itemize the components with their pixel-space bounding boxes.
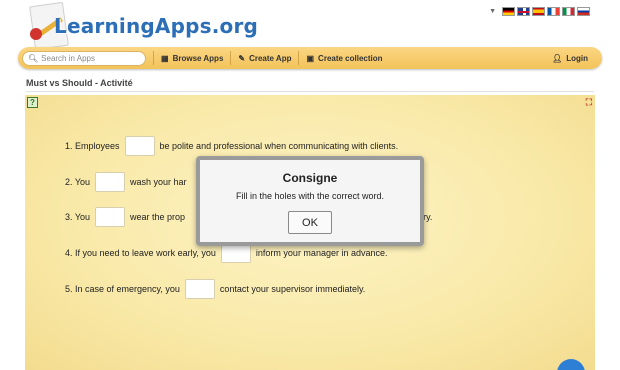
flag-de-icon[interactable] — [502, 7, 515, 16]
sentence-text-before: 4. If you need to leave work early, you — [65, 248, 216, 258]
page: LearningApps.org ▼ 🔍︎ ▦ Browse Apps ✎ Cr… — [0, 0, 620, 370]
sentence-text-after: wash your har — [130, 177, 187, 187]
flag-fr-icon[interactable] — [547, 7, 560, 16]
create-collection-link[interactable]: ▣ Create collection — [306, 54, 382, 63]
search-input[interactable] — [41, 53, 142, 63]
search-box[interactable]: 🔍︎ — [22, 50, 146, 66]
check-answers-button[interactable] — [557, 359, 585, 370]
answer-blank[interactable] — [220, 243, 251, 263]
login-link[interactable]: 👤︎ Login — [552, 47, 588, 69]
flag-es-icon[interactable] — [532, 7, 545, 16]
title-divider — [26, 91, 594, 92]
sentence-text-after: wear the prop — [130, 212, 186, 222]
nav-divider — [153, 51, 154, 65]
language-selector: ▼ — [489, 7, 590, 16]
sentence-1: 1. Employees be polite and professional … — [65, 136, 398, 156]
sentence-text-before: 3. You — [65, 212, 91, 222]
answer-blank[interactable] — [124, 136, 155, 156]
sentence-text-after: contact your supervisor immediately. — [219, 284, 366, 294]
flag-it-icon[interactable] — [562, 7, 575, 16]
search-icon: 🔍︎ — [28, 53, 39, 63]
site-logo[interactable]: LearningApps.org — [24, 1, 258, 51]
login-label: Login — [566, 53, 588, 63]
ok-button[interactable]: OK — [288, 211, 332, 234]
main-navbar: 🔍︎ ▦ Browse Apps ✎ Create App ▣ Create c… — [18, 47, 602, 69]
fullscreen-icon[interactable]: ⛶ — [586, 97, 592, 108]
dialog-message: Fill in the holes with the correct word. — [235, 191, 385, 201]
sentence-text-before: 5. In case of emergency, you — [65, 284, 180, 294]
dialog-title: Consigne — [282, 171, 338, 185]
page-title: Must vs Should - Activité — [26, 78, 133, 88]
answer-blank[interactable] — [95, 172, 126, 192]
grid-icon: ▦ — [161, 53, 169, 63]
sentence-2: 2. You wash your har — [65, 172, 187, 192]
instruction-dialog: Consigne Fill in the holes with the corr… — [196, 156, 424, 246]
create-collection-label: Create collection — [318, 53, 383, 63]
sentence-text-after: be polite and professional when communic… — [159, 141, 399, 151]
browse-apps-label: Browse Apps — [172, 53, 224, 63]
language-dropdown-icon[interactable]: ▼ — [489, 8, 496, 15]
sentence-5: 5. In case of emergency, you contact you… — [65, 279, 365, 299]
help-icon[interactable]: ? — [27, 97, 38, 108]
collection-icon: ▣ — [306, 53, 315, 63]
sentence-text-after: inform your manager in advance. — [255, 248, 388, 258]
flag-ru-icon[interactable] — [577, 7, 590, 16]
answer-blank[interactable] — [95, 207, 126, 227]
logo-apple-graphic — [30, 28, 42, 40]
sentence-4: 4. If you need to leave work early, you … — [65, 243, 388, 263]
sentence-text-before: 2. You — [65, 177, 91, 187]
flag-gb-icon[interactable] — [517, 7, 530, 16]
answer-blank[interactable] — [184, 279, 215, 299]
create-app-label: Create App — [249, 53, 292, 63]
browse-apps-link[interactable]: ▦ Browse Apps — [161, 54, 223, 63]
logo-text: LearningApps.org — [54, 14, 259, 38]
nav-divider — [230, 51, 232, 65]
pencil-icon: ✎ — [238, 53, 246, 63]
sentence-text-before: 1. Employees — [65, 141, 120, 151]
user-icon: 👤︎ — [552, 53, 563, 63]
nav-divider — [298, 51, 300, 65]
create-app-link[interactable]: ✎ Create App — [238, 54, 291, 63]
